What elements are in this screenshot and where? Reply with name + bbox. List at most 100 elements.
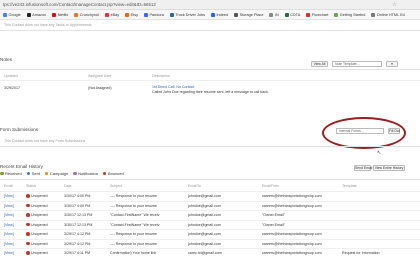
notes-title: Notes [0,57,13,62]
bookmark-label: Pandora [149,12,164,17]
bookmark-favicon-icon [144,12,148,17]
bookmark-item[interactable]: Flowchart [306,12,329,17]
legend-label: Bounced [107,171,124,176]
view-email-link[interactable]: [View] [4,204,14,208]
status-dot-icon [26,194,30,198]
bookmark-favicon-icon [104,12,109,17]
note-template-label: Note Template... [335,62,360,66]
bookmark-label: IN [274,12,279,17]
bookmark-label: Storage Place [239,12,264,17]
view-email-link[interactable]: [View] [4,223,14,227]
view-entire-history-button[interactable]: View Entire History [373,165,405,171]
note-date: 3/29/2017 [4,86,20,90]
legend-label: Sent [31,171,40,176]
legend-label: Notification [78,171,98,176]
legend-label: Received [5,171,22,176]
email-cell-to: johndoe@gmail.com [188,203,221,208]
email-cell-subject: ---- Response to your resume [110,203,157,208]
legend-item: Received [0,171,22,176]
email-cell-status: Unopened [31,232,48,236]
email-cell-from: "Owner.Email" [262,222,285,227]
internal-forms-select[interactable]: Internal Forms... [336,128,384,134]
bookmark-favicon-icon [169,12,174,17]
bookmark-item[interactable]: Getting Started [334,12,365,17]
table-row-divider [0,200,420,202]
fill-out-button[interactable]: Fill Out [388,128,400,134]
email-cell-from: careers@thetransportationgroup.com [262,232,322,236]
email-cell-template: Request for Information [342,251,380,255]
bookmark-favicon-icon [74,12,79,17]
bookmark-favicon-icon [334,12,339,17]
bookmark-label: Amazon [32,12,47,17]
bookmark-favicon-icon [371,12,376,17]
bookmark-label: Online HTML Ed [376,12,405,17]
bookmark-label: Google [8,12,21,17]
table-row-divider [0,219,420,221]
forms-empty-note: This Contact does not have any Form Subm… [4,139,86,143]
bookmark-item[interactable]: Storage Place [234,12,264,17]
url-text[interactable]: tps://ve243.infusionsoft.com/Contact/man… [3,2,156,7]
legend-dot-icon [26,171,31,176]
bookmark-item[interactable]: Etsy [125,12,138,17]
browser-address-bar[interactable]: tps://ve243.infusionsoft.com/Contact/man… [0,0,420,10]
bookmark-item[interactable]: Indeed [210,12,228,17]
email-cell-status: Unopened [31,194,48,198]
note-user: (Not Assigned) [88,86,112,90]
divider [0,146,420,147]
send-email-button[interactable]: Send Email [354,165,372,171]
view-email-link[interactable]: [View] [4,242,14,246]
divider [0,80,420,81]
bookmark-item[interactable]: Netflix [52,12,69,17]
email-cell-to: johndoe@gmail.com [188,232,221,236]
status-dot-icon [26,213,30,217]
legend-item: Sent [26,171,40,176]
note-title-link[interactable]: 1st Direct Call, No Contact [152,85,194,89]
view-email-link[interactable]: [View] [4,251,14,255]
internal-forms-label: Internal Forms... [339,129,364,133]
legend-item: Notification [73,171,98,176]
email-cell-status: Unopened [31,251,48,255]
email-cell-from: careers@thetransportationgroup.com [262,251,322,255]
note-description: Called John Doe regarding their resume s… [152,90,269,94]
status-dot-icon [26,232,30,236]
bookmark-label: CDTA [290,12,301,17]
note-add-button[interactable]: ▾ [386,61,398,67]
email-cell-date: 3/29/17 4:12 PM [64,241,91,246]
table-row-divider [0,248,420,249]
status-dot-icon [26,222,30,227]
email-cell-from: "Owner.Email" [262,213,285,217]
bookmark-item[interactable]: Amazon [26,12,47,17]
email-cell-status: Unopened [31,241,48,246]
bookmark-star-icon[interactable]: ☆ [392,1,397,8]
divider [0,179,420,180]
bookmark-item[interactable]: Pandora [144,12,164,17]
email-cell-subject: ---- Response to your resume [110,194,157,198]
email-cell-date: 3/30/17 4:00 PM [64,203,91,208]
bookmark-item[interactable]: Online HTML Ed [371,12,405,17]
bookmark-favicon-icon [269,12,274,17]
view-email-link[interactable]: [View] [4,194,14,198]
bookmark-item[interactable]: Google [3,12,21,17]
bookmark-label: Netflix [57,12,69,17]
bookmark-item[interactable]: CDTA [284,12,301,17]
view-email-link[interactable]: [View] [4,232,14,236]
bookmark-label: Flowchart [311,12,329,17]
email-cell-subject: Confirmation) Your home link [110,251,157,255]
bookmark-favicon-icon [234,12,239,17]
table-row-divider [0,229,420,230]
bookmark-favicon-icon [26,12,31,17]
bookmark-item[interactable]: eBay [104,12,119,17]
view-email-link[interactable]: [View] [4,213,14,217]
bookmark-item[interactable]: Crunchyroll [74,12,99,17]
note-template-select[interactable]: Note Template... [332,61,382,67]
email-header-cell: Date [64,184,72,188]
mouse-cursor-icon: ↖ [377,150,382,156]
bookmark-item[interactable]: Truck Driver Jobs [169,12,205,17]
email-cell-date: 3/29/17 4:11 PM [64,251,91,255]
email-legend: Received Sent Campaign Notification Bounced [0,171,124,176]
bookmark-item[interactable]: IN [269,12,279,17]
legend-item: Campaign [44,171,68,176]
email-cell-date: 3/29/17 4:12 PM [64,232,91,236]
view-all-notes-button[interactable]: View All [311,61,328,67]
bookmark-favicon-icon [210,12,215,17]
